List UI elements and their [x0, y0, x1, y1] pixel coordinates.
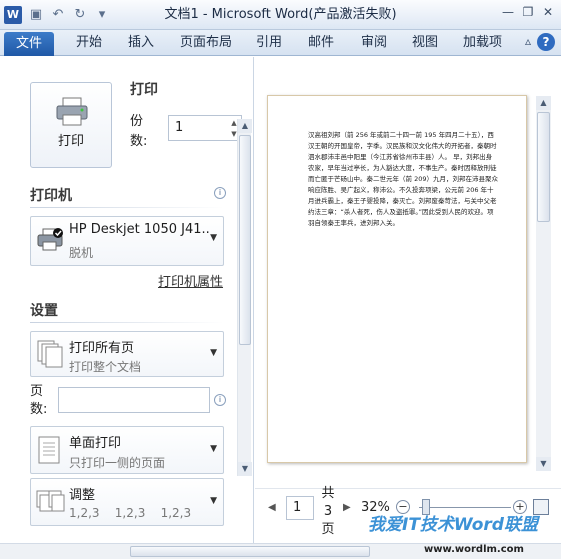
printer-status: 脱机 [69, 246, 94, 260]
collate-main: 调整 [69, 488, 96, 503]
print-sides-dropdown[interactable]: 单面打印 只打印一侧的页面 ▼ [30, 426, 224, 474]
scroll-thumb[interactable] [537, 112, 550, 222]
scroll-up-icon[interactable]: ▲ [238, 119, 252, 133]
word-logo-icon[interactable]: W [4, 6, 22, 24]
tab-references[interactable]: 引用 [256, 32, 282, 56]
previous-page-icon[interactable]: ◀ [268, 502, 276, 513]
quick-access-toolbar: W ▣ ↶ ↻ ▾ [4, 6, 110, 24]
watermark-url: www.wordlm.com [424, 544, 524, 555]
printer-divider [30, 207, 224, 208]
scroll-thumb[interactable] [130, 546, 370, 557]
chevron-down-icon: ▼ [210, 348, 217, 358]
chevron-down-icon: ▼ [210, 444, 217, 454]
print-button-label: 打印 [57, 134, 84, 149]
minimize-ribbon-icon[interactable]: ▵ [525, 34, 531, 48]
print-range-sub: 打印整个文档 [69, 360, 142, 374]
total-pages-label: 共3页 [321, 486, 335, 537]
printer-small-icon [37, 228, 63, 251]
print-range-main: 打印所有页 [69, 341, 135, 356]
print-sides-main: 单面打印 [69, 436, 122, 451]
scroll-thumb[interactable] [239, 135, 251, 345]
printer-name: HP Deskjet 1050 J41... [69, 222, 209, 237]
print-preview: 汉高祖刘邦（前 256 年或前二十四一前 195 年四月二十五），西汉王朝的开国… [255, 57, 561, 488]
customize-qat-icon[interactable]: ▾ [94, 7, 110, 23]
minimize-icon[interactable]: — [499, 4, 517, 20]
tab-review[interactable]: 审阅 [361, 32, 387, 56]
one-sided-icon [38, 436, 60, 464]
tab-addins[interactable]: 加载项 [463, 32, 502, 56]
collate-dropdown[interactable]: 调整 1,2,3 1,2,3 1,2,3 ▼ [30, 478, 224, 526]
info-icon[interactable]: i [214, 187, 226, 199]
scroll-up-icon[interactable]: ▲ [536, 96, 551, 110]
undo-icon[interactable]: ↶ [50, 7, 66, 23]
preview-scrollbar[interactable]: ▲ ▼ [536, 96, 551, 471]
ribbon-tabs: 文件 开始 插入 页面布局 引用 邮件 审阅 视图 加载项 ▵ ? [0, 30, 561, 56]
copies-value: 1 [175, 120, 184, 135]
preview-page: 汉高祖刘邦（前 256 年或前二十四一前 195 年四月二十五），西汉王朝的开国… [267, 95, 527, 463]
watermark-text: 我爱IT技术Word联盟 [368, 515, 538, 535]
title-bar: 文档1 - Microsoft Word(产品激活失败) W ▣ ↶ ↻ ▾ —… [0, 0, 561, 30]
current-page-input[interactable]: 1 [286, 496, 314, 520]
tab-mailings[interactable]: 邮件 [308, 32, 334, 56]
chevron-down-icon: ▼ [210, 496, 217, 506]
next-page-icon[interactable]: ▶ [343, 502, 351, 513]
settings-divider [30, 322, 224, 323]
collate-sub: 1,2,3 1,2,3 1,2,3 [69, 506, 192, 520]
copies-label: 份数: [130, 114, 148, 149]
chevron-down-icon: ▼ [210, 233, 217, 243]
print-sides-sub: 只打印一侧的页面 [69, 456, 166, 470]
scroll-down-icon[interactable]: ▼ [238, 462, 252, 476]
tab-view[interactable]: 视图 [412, 32, 438, 56]
pages-label: 页数: [30, 384, 48, 417]
help-icon[interactable]: ? [537, 33, 555, 51]
tab-home[interactable]: 开始 [76, 32, 102, 56]
print-range-dropdown[interactable]: 打印所有页 打印整个文档 ▼ [30, 331, 224, 377]
save-icon[interactable]: ▣ [28, 7, 44, 23]
zoom-slider-track[interactable] [419, 507, 511, 508]
print-settings-pane: 打印 打印 份数: 1 ▲ ▼ 打印机 i HP Deskjet 1050 J4… [0, 57, 254, 543]
settings-scrollbar[interactable]: ▲ ▼ [237, 119, 252, 476]
printer-dropdown[interactable]: HP Deskjet 1050 J41... 脱机 ▼ [30, 216, 224, 266]
printer-properties-link[interactable]: 打印机属性 [158, 271, 223, 290]
scroll-down-icon[interactable]: ▼ [536, 457, 551, 471]
collate-icon [36, 490, 65, 512]
tab-insert[interactable]: 插入 [128, 32, 154, 56]
close-icon[interactable]: ✕ [539, 4, 557, 20]
preview-page-text: 汉高祖刘邦（前 256 年或前二十四一前 195 年四月二十五），西汉王朝的开国… [308, 131, 498, 227]
printer-icon [56, 97, 88, 126]
tab-page-layout[interactable]: 页面布局 [180, 32, 232, 56]
restore-icon[interactable]: ❐ [519, 4, 537, 20]
printer-section-title: 打印机 [30, 188, 72, 204]
settings-section-title: 设置 [30, 303, 58, 319]
window-controls: — ❐ ✕ [499, 4, 557, 20]
copies-input[interactable]: 1 ▲ ▼ [168, 115, 242, 141]
pages-input[interactable] [58, 387, 210, 413]
tab-file[interactable]: 文件 [4, 32, 54, 56]
info-icon[interactable]: i [214, 394, 226, 406]
pages-icon [37, 340, 63, 368]
redo-icon[interactable]: ↻ [72, 7, 88, 23]
print-button[interactable]: 打印 [30, 82, 112, 168]
print-section-title: 打印 [130, 82, 158, 98]
